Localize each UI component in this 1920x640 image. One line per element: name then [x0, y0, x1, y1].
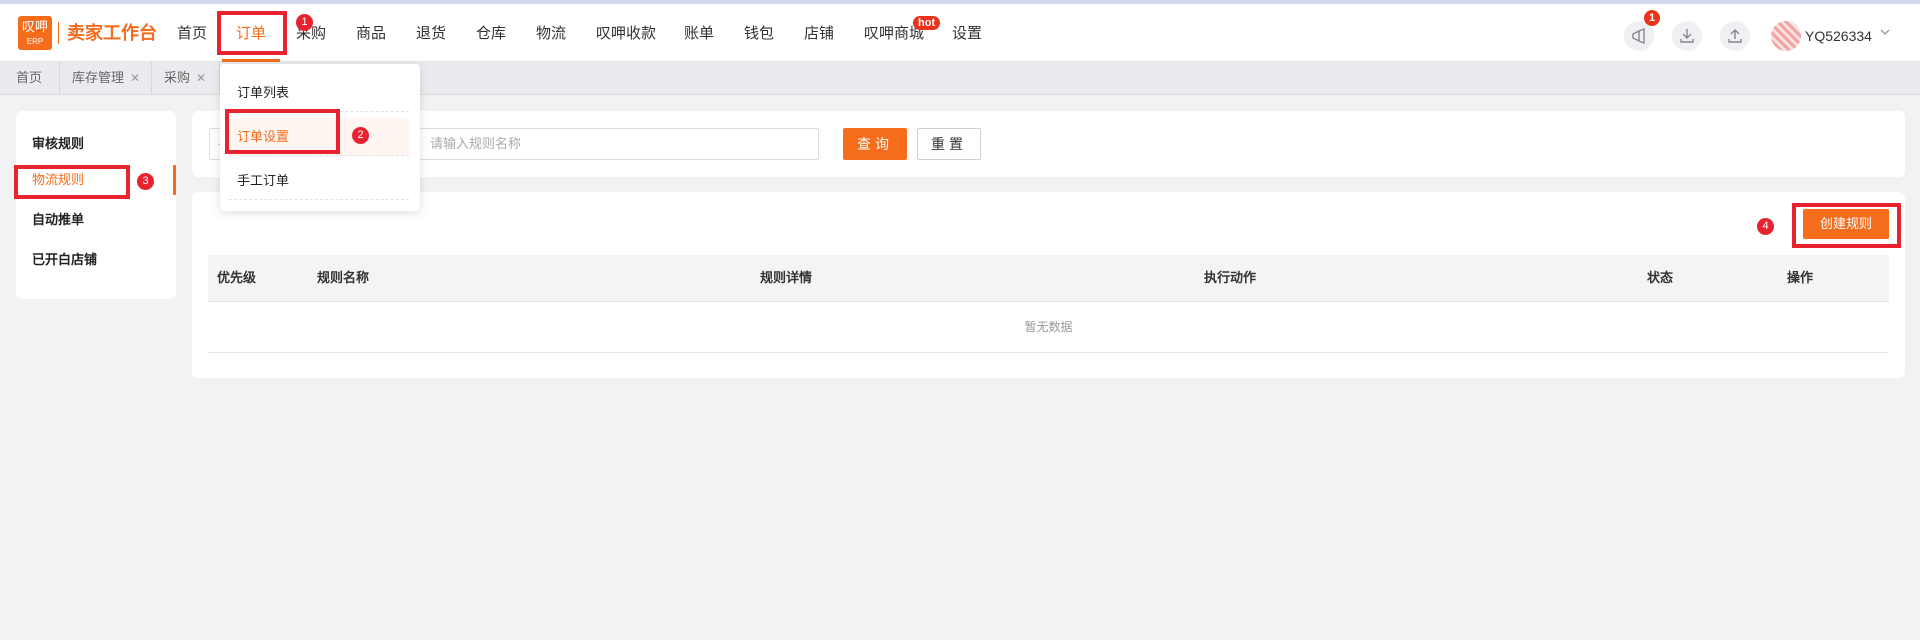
nav-store[interactable]: 店铺: [804, 24, 834, 44]
close-icon[interactable]: ✕: [130, 71, 140, 85]
highlight-box-logistics-rules: [14, 165, 130, 199]
query-button[interactable]: 查询: [843, 128, 907, 160]
column-rule-name: 规则名称: [317, 270, 370, 285]
step-badge-1: 1: [296, 14, 313, 31]
column-action: 执行动作: [1204, 270, 1257, 285]
download-icon[interactable]: [1672, 21, 1702, 51]
tab-purchase[interactable]: 采购 ✕: [152, 62, 220, 94]
settings-sidebar: 审核规则 物流规则 自动推单 已开白店铺: [16, 111, 176, 299]
sidebar-item-review-rules[interactable]: 审核规则: [32, 135, 84, 153]
step-badge-4: 4: [1757, 218, 1774, 235]
top-header: 叹呷 ERP 卖家工作台 首页 订单 采购 商品 退货 仓库 物流 叹呷收款 账…: [0, 4, 1920, 62]
logo-text-top: 叹呷: [21, 19, 48, 34]
nav-logistics[interactable]: 物流: [536, 24, 566, 44]
nav-returns[interactable]: 退货: [416, 24, 446, 44]
tab-label: 首页: [16, 70, 43, 85]
tab-inventory[interactable]: 库存管理 ✕: [60, 62, 152, 94]
notification-badge: 1: [1644, 10, 1660, 26]
nav-settings[interactable]: 设置: [952, 24, 982, 44]
highlight-box-orders: [217, 11, 287, 55]
column-rule-detail: 规则详情: [760, 270, 813, 285]
hot-badge: hot: [913, 16, 941, 30]
nav-bills[interactable]: 账单: [684, 24, 714, 44]
erp-logo[interactable]: 叹呷 ERP: [18, 16, 52, 50]
highlight-box-create-rule: [1792, 203, 1901, 248]
column-status: 状态: [1647, 270, 1674, 285]
step-badge-3: 3: [137, 173, 154, 190]
rule-name-input[interactable]: 请输入规则名称: [419, 128, 819, 160]
brand-title: 卖家工作台: [67, 23, 157, 43]
nav-products[interactable]: 商品: [356, 24, 386, 44]
logo-divider: [58, 22, 59, 44]
column-operation: 操作: [1787, 270, 1814, 285]
tab-label: 采购: [164, 70, 191, 85]
search-panel: 请 请输入规则名称 查询 重置: [192, 111, 1905, 177]
close-icon[interactable]: ✕: [196, 71, 206, 85]
menu-item-manual-order[interactable]: 手工订单: [229, 162, 409, 200]
empty-state: 暂无数据: [208, 302, 1889, 353]
nav-wallet[interactable]: 钱包: [744, 24, 774, 44]
step-badge-2: 2: [352, 127, 369, 144]
table-header: 优先级 规则名称 规则详情 执行动作 状态 操作: [208, 255, 1889, 302]
rules-table-panel: 创建规则 优先级 规则名称 规则详情 执行动作 状态 操作 暂无数据: [192, 192, 1905, 378]
menu-item-order-list[interactable]: 订单列表: [229, 74, 409, 112]
sidebar-active-indicator: [173, 165, 176, 195]
column-priority: 优先级: [217, 270, 257, 285]
tab-label: 库存管理: [72, 70, 125, 85]
logo-text-bottom: ERP: [26, 37, 44, 46]
sidebar-item-whitelisted-stores[interactable]: 已开白店铺: [32, 251, 97, 269]
avatar[interactable]: [1771, 21, 1801, 51]
upload-icon[interactable]: [1720, 21, 1750, 51]
tab-home[interactable]: 首页: [4, 62, 60, 94]
sidebar-item-auto-push[interactable]: 自动推单: [32, 211, 84, 229]
nav-home[interactable]: 首页: [177, 24, 207, 44]
nav-warehouse[interactable]: 仓库: [476, 24, 506, 44]
chevron-down-icon[interactable]: [1880, 26, 1890, 40]
highlight-box-order-settings: [225, 109, 340, 154]
username[interactable]: YQ526334: [1805, 27, 1872, 45]
reset-button[interactable]: 重置: [917, 128, 981, 160]
nav-collection[interactable]: 叹呷收款: [596, 24, 656, 44]
